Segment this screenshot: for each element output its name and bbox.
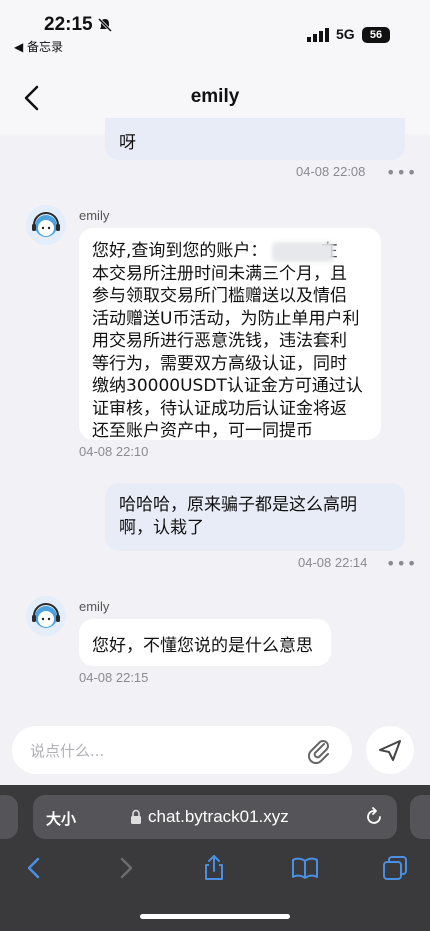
message-text: 您好,查询到您的账户： .在 本交易所注册时间未满三个月，且 参与领取交易所门槛… — [92, 240, 382, 443]
agent-headset-icon — [26, 205, 66, 245]
network-type: 5G — [336, 26, 355, 42]
message-timestamp: 04-08 22:14 — [298, 555, 368, 570]
address-url[interactable]: chat.bytrack01.xyz — [148, 807, 289, 827]
status-time: 22:15 — [44, 14, 93, 35]
back-to-app-link[interactable]: ◀ 备忘录 — [14, 38, 63, 55]
reload-icon[interactable] — [363, 806, 385, 828]
bookmarks-book-icon[interactable] — [291, 854, 319, 882]
message-timestamp: 04-08 22:15 — [79, 670, 149, 685]
sender-name: emily — [79, 599, 110, 614]
message-line: 还至账户资产中，可一同提币 — [92, 421, 313, 441]
message-line: 本交易所注册时间未满三个月，且 — [92, 263, 347, 284]
browser-forward-icon[interactable] — [112, 854, 140, 882]
agent-headset-icon — [26, 596, 66, 636]
share-icon[interactable] — [200, 854, 228, 882]
message-line: 参与领取交易所门槛赠送以及情侣 — [92, 286, 347, 306]
message-text: 呀 — [119, 133, 136, 153]
message-line: 用交易所进行恶意洗钱，违法套利 — [92, 331, 347, 351]
lock-icon — [131, 809, 141, 824]
more-options-button[interactable]: ••• — [386, 163, 417, 182]
tabs-icon[interactable] — [381, 854, 409, 882]
message-line: 缴纳30000USDT认证金方可通过认 — [92, 376, 363, 396]
message-text: 您好，不懂您说的是什么意思 — [92, 636, 313, 656]
message-line: 啊，认栽了 — [119, 518, 204, 538]
more-options-button[interactable]: ••• — [386, 554, 417, 573]
text-size-button[interactable]: 大小 — [46, 808, 76, 829]
message-input-placeholder: 说点什么... — [30, 742, 105, 760]
redacted-account-blur — [272, 242, 334, 262]
cellular-signal-icon — [307, 28, 329, 42]
message-text: 哈哈哈，原来骗子都是这么高明 啊，认栽了 — [119, 494, 357, 540]
browser-back-icon[interactable] — [20, 854, 48, 882]
sender-name: emily — [79, 208, 110, 223]
home-indicator — [140, 914, 290, 919]
previous-tab-preview[interactable] — [0, 795, 18, 839]
message-line: 等行为，需要双方高级认证，同时 — [92, 353, 347, 374]
message-line: 活动赠送U币活动，为防止单用户利 — [92, 308, 360, 329]
message-line: 您好,查询到您的账户： .在 — [92, 241, 338, 261]
message-line: 哈哈哈，原来骗子都是这么高明 — [119, 495, 357, 515]
battery-icon: 56 — [362, 27, 390, 43]
message-bubble-sent — [105, 118, 405, 160]
message-timestamp: 04-08 22:08 — [296, 164, 366, 179]
next-tab-preview[interactable] — [410, 795, 430, 839]
send-arrow-icon — [379, 740, 401, 761]
message-line: 证审核，待认证成功后认证金将返 — [92, 398, 347, 419]
send-button[interactable] — [366, 726, 414, 774]
paperclip-icon[interactable] — [305, 736, 333, 764]
message-timestamp: 04-08 22:10 — [79, 444, 149, 459]
avatar — [26, 205, 66, 245]
avatar — [26, 596, 66, 636]
page-title: emily — [190, 86, 240, 107]
silent-bell-icon — [97, 17, 113, 33]
